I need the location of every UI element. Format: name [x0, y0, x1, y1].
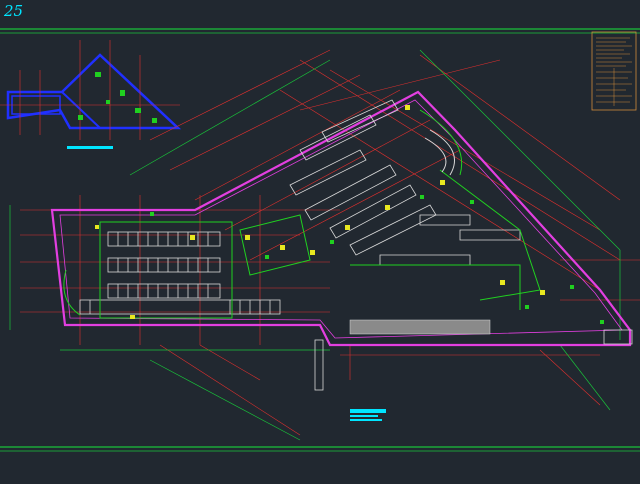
- title-bar-icon: [350, 409, 386, 421]
- floor-plan-icon: [9, 49, 640, 441]
- sheet-number: 25: [4, 2, 24, 20]
- notes-table-icon: [591, 31, 637, 111]
- drawing-frame: [0, 28, 640, 452]
- key-plan-icon: [0, 40, 182, 149]
- drawing-sheet-icon: [0, 28, 640, 452]
- cad-drawing-viewport[interactable]: 25: [0, 0, 640, 480]
